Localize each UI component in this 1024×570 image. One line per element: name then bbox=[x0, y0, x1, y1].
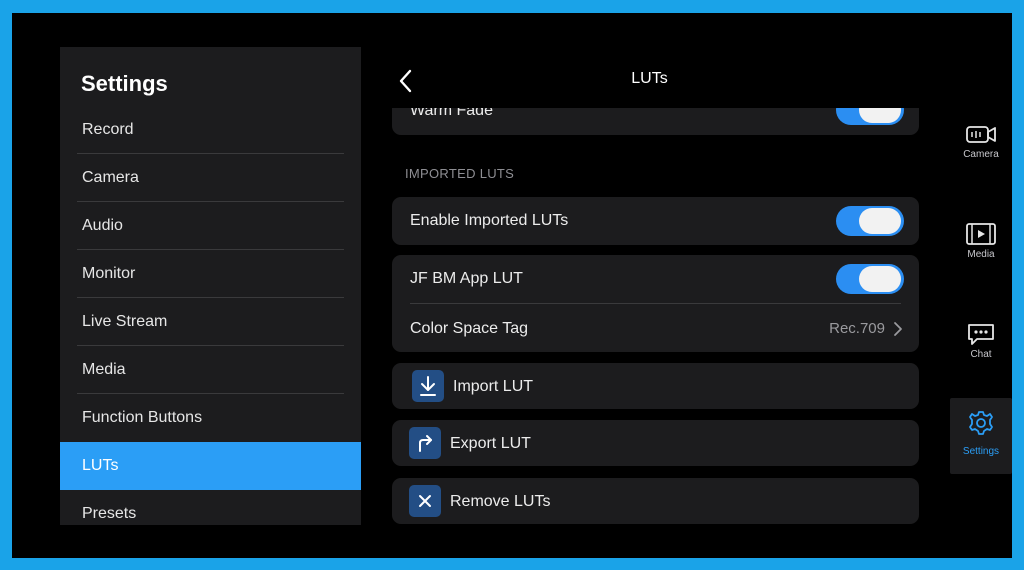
enable-imported-luts-toggle[interactable] bbox=[836, 206, 904, 236]
toggle-knob bbox=[859, 266, 901, 292]
settings-sidebar: Settings Record Camera Audio Monitor Liv… bbox=[60, 47, 361, 525]
import-lut-button[interactable]: Import LUT bbox=[392, 363, 919, 409]
lut-item-toggle[interactable] bbox=[836, 264, 904, 294]
page-header: LUTs bbox=[382, 55, 917, 107]
warm-fade-label: Warm Fade bbox=[410, 108, 493, 119]
rail-camera-label: Camera bbox=[963, 149, 999, 160]
lut-item-card: JF BM App LUT Color Space Tag Rec.709 bbox=[392, 255, 919, 352]
film-icon bbox=[966, 223, 996, 245]
color-space-tag-value: Rec.709 bbox=[829, 320, 885, 337]
sidebar-item-record[interactable]: Record bbox=[77, 106, 344, 154]
sidebar-item-function-buttons[interactable]: Function Buttons bbox=[77, 394, 344, 442]
export-lut-label: Export LUT bbox=[450, 435, 531, 452]
rail-camera[interactable]: Camera bbox=[950, 113, 1012, 189]
rail-media[interactable]: Media bbox=[950, 213, 1012, 289]
enable-imported-luts-row: Enable Imported LUTs bbox=[392, 197, 919, 245]
download-icon bbox=[412, 370, 444, 402]
luts-content: Warm Fade IMPORTED LUTS Enable Imported … bbox=[392, 108, 920, 526]
color-space-tag-row[interactable]: Color Space Tag Rec.709 bbox=[392, 304, 919, 352]
import-lut-label: Import LUT bbox=[453, 378, 534, 395]
rail-settings-label: Settings bbox=[962, 446, 1000, 457]
rail-chat[interactable]: Chat bbox=[950, 313, 1012, 389]
camera-icon bbox=[966, 126, 996, 143]
remove-luts-button[interactable]: Remove LUTs bbox=[392, 478, 919, 524]
enable-imported-luts-label: Enable Imported LUTs bbox=[410, 212, 569, 229]
app-screen: Settings Record Camera Audio Monitor Liv… bbox=[12, 13, 1012, 558]
sidebar-item-luts[interactable]: LUTs bbox=[60, 442, 361, 490]
warm-fade-toggle[interactable] bbox=[836, 108, 904, 125]
toggle-knob bbox=[859, 208, 901, 234]
chat-icon bbox=[968, 324, 994, 345]
sidebar-item-monitor[interactable]: Monitor bbox=[77, 250, 344, 298]
section-header-imported-luts: IMPORTED LUTS bbox=[405, 166, 515, 181]
export-lut-button[interactable]: Export LUT bbox=[392, 420, 919, 466]
warm-fade-row: Warm Fade bbox=[392, 108, 919, 135]
sidebar-item-camera[interactable]: Camera bbox=[77, 154, 344, 202]
lut-item-label: JF BM App LUT bbox=[410, 270, 523, 287]
sidebar-item-audio[interactable]: Audio bbox=[77, 202, 344, 250]
close-icon bbox=[409, 485, 441, 517]
sidebar-item-presets[interactable]: Presets bbox=[77, 490, 344, 525]
chevron-right-icon bbox=[894, 322, 902, 336]
rail-chat-label: Chat bbox=[970, 349, 992, 360]
share-arrow-icon bbox=[409, 427, 441, 459]
gear-icon bbox=[969, 411, 993, 435]
page-title: LUTs bbox=[631, 70, 668, 87]
rail-media-label: Media bbox=[967, 249, 995, 260]
remove-luts-label: Remove LUTs bbox=[450, 493, 551, 510]
rail-settings[interactable]: Settings bbox=[950, 398, 1012, 474]
color-space-tag-label: Color Space Tag bbox=[410, 320, 528, 337]
sidebar-item-live-stream[interactable]: Live Stream bbox=[77, 298, 344, 346]
sidebar-title: Settings bbox=[81, 71, 168, 96]
sidebar-item-media[interactable]: Media bbox=[77, 346, 344, 394]
toggle-knob bbox=[859, 108, 901, 123]
